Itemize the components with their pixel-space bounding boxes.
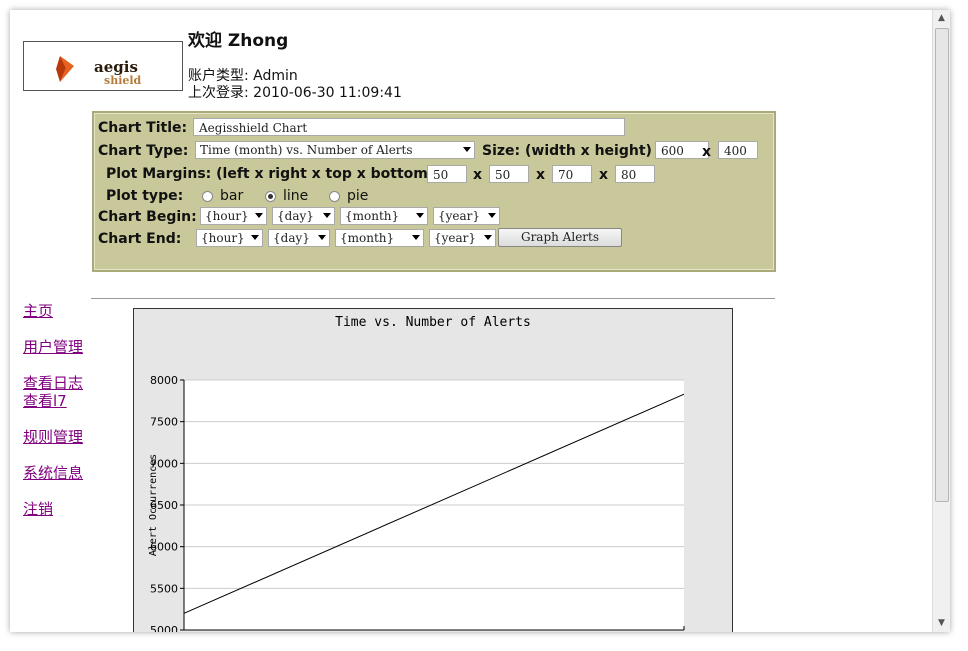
begin-year-select[interactable]: {year}: [433, 207, 500, 225]
end-hour-select[interactable]: {hour}: [196, 229, 263, 247]
end-year-select[interactable]: {year}: [429, 229, 496, 247]
plot-type-label: Plot type:: [106, 188, 184, 204]
plot-type-bar-label: bar: [220, 188, 244, 204]
welcome-heading: 欢迎 Zhong: [188, 31, 289, 51]
account-info: 账户类型: Admin 上次登录: 2010-06-30 11:09:41: [188, 68, 402, 102]
begin-month-select[interactable]: {month}: [340, 207, 428, 225]
y-tick-label: 5000: [150, 624, 178, 632]
browser-window: aegis shield 欢迎 Zhong 账户类型: Admin 上次登录: …: [10, 10, 950, 632]
chevron-down-icon: [412, 235, 420, 240]
chart-end-label: Chart End:: [98, 231, 182, 247]
begin-day-select[interactable]: {day}: [272, 207, 335, 225]
plot-type-pie-radio[interactable]: [329, 191, 340, 202]
svg-text:shield: shield: [104, 74, 142, 87]
nav-l7-link[interactable]: 查看l7: [23, 390, 67, 411]
chart-type-select[interactable]: Time (month) vs. Number of Alerts: [195, 141, 475, 159]
end-hour-value: {hour}: [201, 231, 245, 245]
alerts-chart: Time vs. Number of Alerts 5000 5500 6000 65…: [133, 308, 733, 632]
end-month-value: {month}: [340, 231, 395, 245]
margin-top-input[interactable]: 70: [552, 165, 592, 183]
nav-logout-link[interactable]: 注销: [23, 498, 53, 519]
margin-x-label-3: x: [599, 167, 609, 183]
scrollbar-thumb[interactable]: [935, 28, 949, 502]
size-x-label: x: [702, 144, 712, 160]
plot-margins-label: Plot Margins: (left x right x top x bott…: [106, 166, 435, 182]
chevron-down-icon: [416, 213, 424, 218]
size-width-input[interactable]: 600: [655, 141, 709, 159]
plot-type-line-label: line: [283, 188, 309, 204]
chart-options-panel: Chart Title: Aegisshield Chart Chart Typ…: [92, 111, 776, 272]
margin-left-input[interactable]: 50: [427, 165, 467, 183]
chart-type-value: Time (month) vs. Number of Alerts: [200, 143, 413, 157]
plot-type-line-radio[interactable]: [265, 191, 276, 202]
chevron-down-icon: [488, 213, 496, 218]
last-login: 上次登录: 2010-06-30 11:09:41: [188, 85, 402, 101]
margin-bottom-input[interactable]: 80: [615, 165, 655, 183]
y-tick-label: 8000: [150, 374, 178, 387]
scroll-down-icon[interactable]: ▼: [933, 615, 950, 632]
end-year-value: {year}: [434, 231, 477, 245]
chevron-down-icon: [251, 235, 259, 240]
end-day-select[interactable]: {day}: [268, 229, 330, 247]
begin-month-value: {month}: [345, 209, 400, 223]
margin-x-label-1: x: [473, 167, 483, 183]
begin-hour-value: {hour}: [205, 209, 249, 223]
begin-year-value: {year}: [438, 209, 481, 223]
nav-rules-link[interactable]: 规则管理: [23, 426, 83, 447]
graph-alerts-button[interactable]: Graph Alerts: [498, 228, 622, 247]
chevron-down-icon: [323, 213, 331, 218]
y-tick-label: 7500: [150, 416, 178, 429]
size-label: Size: (width x height): [482, 143, 652, 159]
nav-users-link[interactable]: 用户管理: [23, 336, 83, 357]
logo-graphic: aegis shield: [56, 56, 142, 87]
margin-x-label-2: x: [536, 167, 546, 183]
end-day-value: {day}: [273, 231, 310, 245]
size-height-input[interactable]: 400: [718, 141, 758, 159]
plot-type-pie-label: pie: [347, 188, 369, 204]
chevron-down-icon: [318, 235, 326, 240]
y-tick-label: 5500: [150, 582, 178, 595]
chart-title-input[interactable]: Aegisshield Chart: [193, 118, 625, 136]
chevron-down-icon: [463, 147, 471, 152]
nav-home-link[interactable]: 主页: [23, 300, 53, 321]
chevron-down-icon: [255, 213, 263, 218]
vertical-scrollbar[interactable]: ▲ ▼: [932, 10, 950, 632]
chart-plot: 5000550060006500700075008000 Alert Occur…: [148, 374, 685, 632]
begin-hour-select[interactable]: {hour}: [200, 207, 267, 225]
margin-right-input[interactable]: 50: [489, 165, 529, 183]
y-axis-label: Alert Occurrences: [148, 454, 159, 556]
chart-title-label: Chart Title:: [98, 120, 188, 136]
plot-type-bar-radio[interactable]: [202, 191, 213, 202]
nav-sysinfo-link[interactable]: 系统信息: [23, 462, 83, 483]
divider: [91, 298, 775, 299]
end-month-select[interactable]: {month}: [335, 229, 424, 247]
account-type: 账户类型: Admin: [188, 68, 298, 84]
aegis-shield-logo: aegis shield: [23, 41, 183, 91]
scroll-up-icon[interactable]: ▲: [933, 10, 950, 27]
chevron-down-icon: [484, 235, 492, 240]
chart-begin-label: Chart Begin:: [98, 209, 197, 225]
begin-day-value: {day}: [277, 209, 314, 223]
chart-type-label: Chart Type:: [98, 143, 189, 159]
